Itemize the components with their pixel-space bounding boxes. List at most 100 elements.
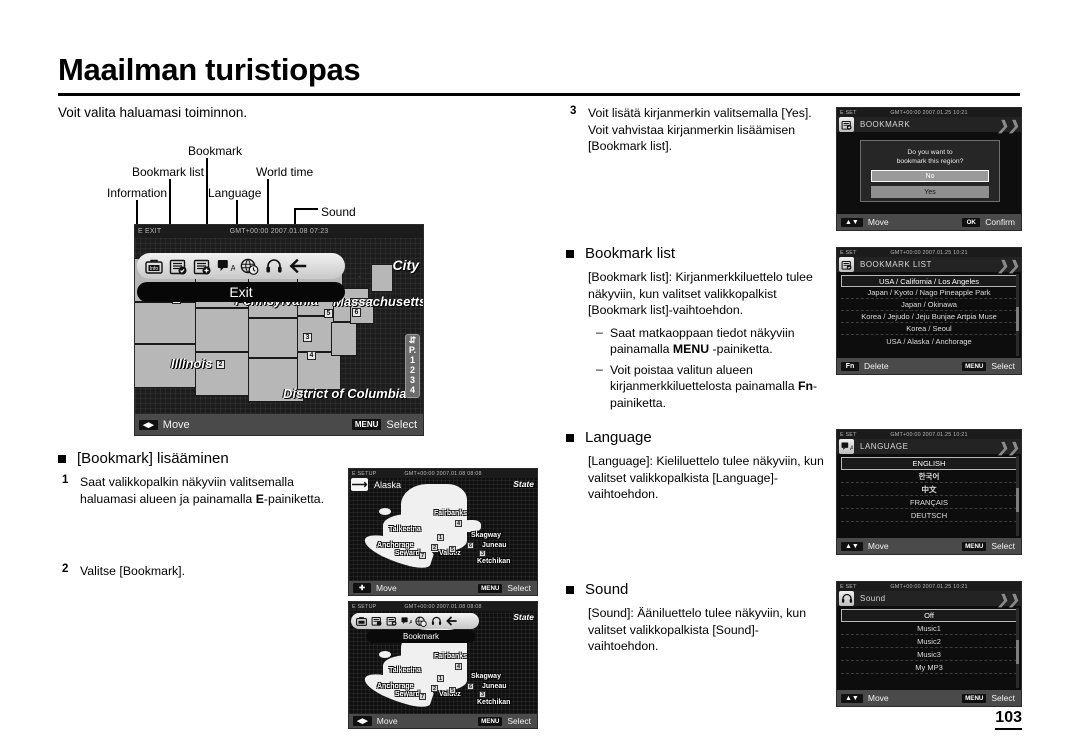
language-icon[interactable]: A: [400, 615, 412, 627]
menu-key[interactable]: MENU: [962, 541, 987, 551]
scrollbar[interactable]: [1016, 274, 1019, 356]
alaska-number-marker[interactable]: 7: [419, 693, 426, 700]
alaska-map-screen[interactable]: E SETUP GMT+00:00 2007.01.08 08:08 Fairb…: [348, 468, 538, 596]
information-icon[interactable]: [355, 615, 367, 627]
dialog-title: BOOKMARK: [860, 120, 911, 129]
menu-icon-bar[interactable]: Info A: [137, 253, 345, 279]
scrollbar-thumb[interactable]: [1016, 306, 1019, 332]
page-title: Maailman turistiopas: [58, 52, 361, 87]
dialog-yes-button[interactable]: Yes: [871, 186, 989, 198]
alaska-number-marker[interactable]: 5: [449, 687, 456, 694]
bookmark-confirm-screen[interactable]: E SET GMT+00:00 2007.01.25 10:21 BOOKMAR…: [836, 107, 1022, 231]
section-heading-bookmark-add: [Bookmark] lisääminen: [58, 450, 528, 467]
bookmark-menu-item[interactable]: Bookmark: [367, 630, 475, 643]
bookmark-add-icon[interactable]: [385, 615, 397, 627]
four-way-key-icon[interactable]: ✚: [353, 583, 371, 593]
exit-back-icon[interactable]: [288, 257, 307, 276]
page-number: 103: [995, 709, 1022, 730]
list-item[interactable]: Japan / Okinawa: [841, 299, 1017, 311]
exit-menu-item[interactable]: Exit: [137, 282, 345, 302]
map-number-5[interactable]: 5: [324, 309, 333, 318]
alaska-number-marker[interactable]: 4: [455, 520, 462, 527]
language-icon[interactable]: A: [216, 257, 235, 276]
menu-key[interactable]: MENU: [962, 693, 987, 703]
scrollbar[interactable]: [1016, 456, 1019, 536]
world-time-icon[interactable]: [240, 257, 259, 276]
language-screen[interactable]: E SET GMT+00:00 2007.01.25 10:21 A LANGU…: [836, 429, 1022, 555]
menu-key[interactable]: MENU: [478, 716, 503, 726]
alaska-number-marker[interactable]: 6: [467, 683, 474, 690]
page-strip-4[interactable]: 4: [406, 385, 419, 395]
list-item[interactable]: Music1: [841, 622, 1017, 635]
alaska-number-marker[interactable]: 6: [467, 542, 474, 549]
alaska-number-marker[interactable]: 2: [431, 685, 438, 692]
information-icon[interactable]: Info: [144, 257, 163, 276]
list-item[interactable]: My MP3: [841, 661, 1017, 674]
dialog-question-line2: bookmark this region?: [896, 158, 964, 165]
page-indicator-strip[interactable]: ⇵ P. 1 2 3 4: [405, 334, 420, 398]
list-item[interactable]: DEUTSCH: [841, 509, 1017, 522]
list-item[interactable]: Music2: [841, 635, 1017, 648]
scrollbar-thumb[interactable]: [1016, 640, 1019, 664]
bookmark-list-icon[interactable]: [168, 257, 187, 276]
list-item[interactable]: Korea / Seoul: [841, 323, 1017, 335]
map-number-3[interactable]: 3: [303, 333, 312, 342]
menu-key[interactable]: MENU: [962, 361, 987, 371]
alaska-number-marker[interactable]: 1: [437, 534, 444, 541]
updown-key-icon[interactable]: ▲▼: [841, 693, 863, 703]
bookmark-add-icon[interactable]: [192, 257, 211, 276]
alaska-number-marker[interactable]: 2: [431, 544, 438, 551]
alaska-menu-icon-bar[interactable]: A: [351, 613, 479, 629]
list-item[interactable]: ENGLISH: [841, 457, 1017, 470]
manual-page: Maailman turistiopas Voit valita haluama…: [0, 0, 1080, 752]
sound-icon[interactable]: [430, 615, 442, 627]
alaska-number-marker[interactable]: 1: [437, 675, 444, 682]
menu-key[interactable]: MENU: [351, 419, 382, 430]
page-strip-2[interactable]: 2: [406, 365, 419, 375]
updown-key-icon[interactable]: ▲▼: [841, 217, 863, 227]
exit-back-icon[interactable]: [445, 615, 457, 627]
step-text-bold: E: [255, 491, 264, 506]
dialog-question-line1: Do you want to: [907, 149, 953, 156]
bookmark-list-section: Bookmark list [Bookmark list]: Kirjanmer…: [566, 245, 1026, 411]
fn-key[interactable]: Fn: [841, 361, 859, 371]
list-item[interactable]: Japan / Kyoto / Nago Pineapple Park: [841, 287, 1017, 299]
sound-screen[interactable]: E SET GMT+00:00 2007.01.25 10:21 Sound ❯…: [836, 581, 1022, 707]
map-number-6[interactable]: 6: [352, 308, 361, 317]
list-item[interactable]: 中文: [841, 483, 1017, 496]
page-strip-1[interactable]: 1: [406, 355, 419, 365]
arrow-right-icon[interactable]: ⟶: [351, 478, 368, 491]
bookmarklist-title: BOOKMARK LIST: [860, 260, 932, 269]
list-item[interactable]: 한국어: [841, 470, 1017, 483]
updown-key-icon[interactable]: ▲▼: [841, 541, 863, 551]
left-right-key-icon[interactable]: ◀▶: [353, 716, 372, 726]
alaska-bookmark-menu-screen[interactable]: E SETUP GMT+00:00 2007.01.08 08:08 Fairb…: [348, 601, 538, 729]
scrollbar[interactable]: [1016, 608, 1019, 688]
world-time-icon[interactable]: [415, 615, 427, 627]
alaska-number-marker[interactable]: 3: [479, 691, 486, 698]
list-item[interactable]: Off: [841, 609, 1017, 622]
bookmark-list-icon[interactable]: [370, 615, 382, 627]
left-right-key-icon[interactable]: ◀▶: [139, 419, 158, 430]
ok-key[interactable]: OK: [962, 217, 981, 227]
list-item[interactable]: USA / California / Los Angeles: [841, 275, 1017, 287]
alaska-number-marker[interactable]: 5: [449, 546, 456, 553]
dialog-no-button[interactable]: No: [871, 170, 989, 182]
map-number-2[interactable]: 2: [216, 360, 225, 369]
page-strip-3[interactable]: 3: [406, 375, 419, 385]
list-item[interactable]: Music3: [841, 648, 1017, 661]
alaska-number-marker[interactable]: 7: [419, 552, 426, 559]
sound-icon[interactable]: [264, 257, 283, 276]
list-item[interactable]: USA / Alaska / Anchorage: [841, 335, 1017, 347]
main-map-screen[interactable]: E EXIT GMT+00:00 2007.01.08 07:23 Info C…: [134, 224, 424, 436]
map-number-4[interactable]: 4: [307, 351, 316, 360]
alaska-number-marker[interactable]: 4: [455, 663, 462, 670]
callout-sound: Sound: [321, 205, 356, 219]
map-label-illinois: Illinois: [171, 356, 213, 371]
scrollbar-thumb[interactable]: [1016, 488, 1019, 512]
bookmark-list-screen[interactable]: E SET GMT+00:00 2007.01.25 10:21 BOOKMAR…: [836, 247, 1022, 375]
alaska-number-marker[interactable]: 3: [479, 550, 486, 557]
list-item[interactable]: Korea / Jejudo / Jeju Bunjae Artpia Muse: [841, 311, 1017, 323]
list-item[interactable]: FRANÇAIS: [841, 496, 1017, 509]
menu-key[interactable]: MENU: [478, 583, 503, 593]
